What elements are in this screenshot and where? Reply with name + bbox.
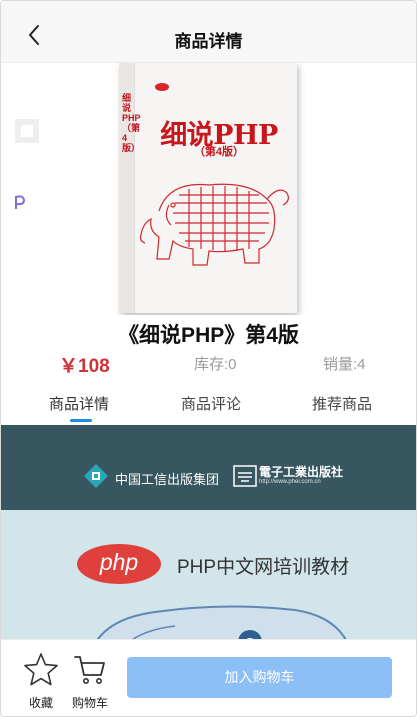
book-spine: 细说PHP（第4版） <box>119 63 141 313</box>
tab-recommended-products[interactable]: 推荐商品 <box>312 393 372 414</box>
detail-banner-php: php PHP中文网培训教材 <box>1 510 416 640</box>
favorite-label: 收藏 <box>28 696 53 710</box>
detail-tabs: 商品详情 商品评论 推荐商品 <box>1 389 416 425</box>
favorite-button[interactable]: 收藏 <box>21 652 61 712</box>
cart-label: 购物车 <box>71 696 108 710</box>
php-logo: php <box>77 544 161 584</box>
publisher-group-name: 中国工信出版集团 <box>115 473 220 488</box>
page-title: 商品详情 <box>174 32 243 51</box>
publisher-logo-icon <box>233 465 257 487</box>
elephant-illustration-icon <box>139 183 289 266</box>
book-cover-edition: （第4版） <box>193 146 245 158</box>
product-stats-row: ￥108 库存:0 销量:4 <box>1 351 416 377</box>
detail-banner-publisher: 中国工信出版集团 電子工業出版社 http://www.phei.com.cn <box>1 425 416 510</box>
shopping-cart-icon <box>74 656 105 684</box>
tab-product-reviews[interactable]: 商品评论 <box>181 393 241 414</box>
bottom-action-bar: 收藏 购物车 加入购物车 <box>1 639 416 716</box>
cart-button[interactable]: 购物车 <box>67 652 113 712</box>
product-sales: 销量:4 <box>323 356 366 373</box>
carousel-prev-image-fragment <box>15 119 39 143</box>
php-logo-text: php <box>99 549 139 575</box>
publisher-group-logo-icon <box>84 464 108 488</box>
active-tab-indicator <box>70 419 92 422</box>
add-to-cart-button[interactable]: 加入购物车 <box>127 657 392 698</box>
top-nav-bar: 商品详情 <box>1 1 416 63</box>
php-training-caption: PHP中文网培训教材 <box>177 557 350 578</box>
product-image: 细说PHP（第4版） 细说PHP （第4版） <box>119 63 297 313</box>
product-image-carousel[interactable]: 细说PHP（第4版） 细说PHP （第4版） <box>1 63 416 315</box>
carousel-prev-image-fragment-2 <box>15 195 26 209</box>
product-name: 《细说PHP》第4版 <box>118 324 299 347</box>
tab-product-details[interactable]: 商品详情 <box>49 393 109 414</box>
book-spine-text: 细说PHP（第4版） <box>122 93 141 153</box>
publisher-name: 電子工業出版社 <box>259 465 344 479</box>
book-badge-icon <box>155 83 169 91</box>
product-stock: 库存:0 <box>194 356 237 373</box>
publisher-url: http://www.phei.com.cn <box>259 479 321 485</box>
app-frame: 商品详情 细说PHP（第4版） 细说PHP （第4版） 《细说PHP》第4版 ￥… <box>0 0 417 717</box>
product-price: ￥108 <box>59 356 110 377</box>
star-icon <box>24 653 58 686</box>
elephant-illustration-icon <box>96 605 347 640</box>
